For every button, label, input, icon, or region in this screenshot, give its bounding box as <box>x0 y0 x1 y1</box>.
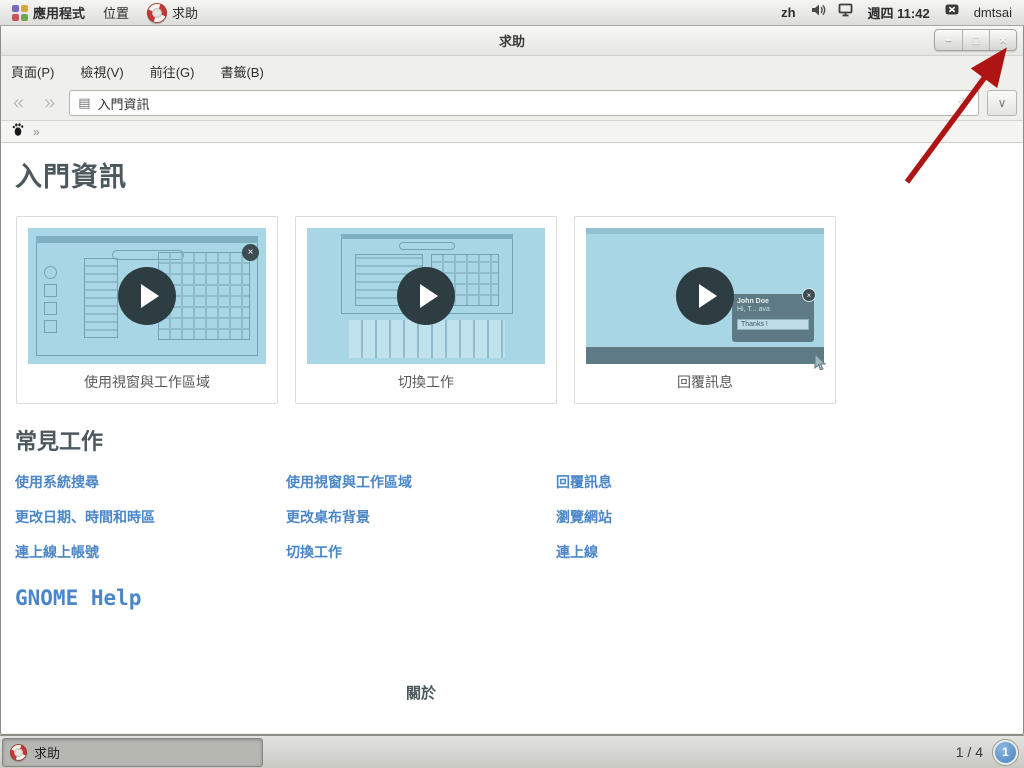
titlebar[interactable]: 求助 − □ × <box>1 26 1023 56</box>
username: dmtsai <box>974 5 1012 20</box>
location-text: 入門資訊 <box>98 94 950 113</box>
menu-go[interactable]: 前往(G) <box>150 62 195 81</box>
close-badge-icon: × <box>242 244 259 261</box>
illustration-topbar <box>341 234 513 239</box>
lifebuoy-icon <box>10 744 27 761</box>
mouse-cursor-icon <box>814 354 828 370</box>
user-menu[interactable]: dmtsai <box>970 0 1016 25</box>
workspace-pager[interactable]: 1 / 4 <box>956 744 983 760</box>
video-card-windows-workspaces[interactable]: × 使用視窗與工作區域 <box>16 216 278 404</box>
illustration-topbar <box>586 228 824 234</box>
link-get-online[interactable]: 連上線 <box>556 542 776 562</box>
gnome-help-link[interactable]: GNOME Help <box>15 586 141 610</box>
about-link[interactable]: 關於 <box>406 685 436 702</box>
breadcrumb: » <box>1 120 1023 143</box>
video-row: × 使用視窗與工作區域 切換工 <box>16 216 1023 404</box>
close-badge-icon: × <box>802 288 816 302</box>
gnome-foot-icon[interactable] <box>11 122 25 142</box>
common-tasks-title: 常見工作 <box>15 424 1023 456</box>
video-thumbnail[interactable]: × <box>28 228 266 364</box>
navigation-toolbar: « » ▤ 入門資訊 ☆ ∨ <box>1 86 1023 120</box>
places-menu[interactable]: 位置 <box>99 0 133 25</box>
common-tasks-links: 使用系統搜尋 使用視窗與工作區域 回覆訊息 更改日期、時間和時區 更改桌布背景 … <box>15 472 1023 562</box>
link-switch-tasks[interactable]: 切換工作 <box>286 542 556 562</box>
breadcrumb-chevron-icon: » <box>33 125 40 139</box>
illustration-keyboard <box>349 320 505 358</box>
link-reply-messages[interactable]: 回覆訊息 <box>556 472 776 492</box>
link-use-system-search[interactable]: 使用系統搜尋 <box>15 472 286 492</box>
link-browse-web[interactable]: 瀏覽網站 <box>556 507 776 527</box>
taskbar-right: 1 / 4 1 <box>956 740 1024 765</box>
illustration-search <box>399 242 455 250</box>
window-controls: − □ × <box>934 29 1017 51</box>
bottom-taskbar: 求助 1 / 4 1 <box>0 735 1024 768</box>
illustration-list-window <box>84 258 118 338</box>
close-button[interactable]: × <box>989 30 1016 50</box>
video-thumbnail[interactable] <box>307 228 545 364</box>
play-icon[interactable] <box>397 267 455 325</box>
window-title: 求助 <box>499 31 525 50</box>
minimize-button[interactable]: − <box>935 30 962 50</box>
location-field[interactable]: ▤ 入門資訊 ☆ <box>69 90 979 116</box>
video-caption: 回覆訊息 <box>586 372 824 392</box>
chevron-down-icon: ∨ <box>998 96 1007 110</box>
play-icon[interactable] <box>676 267 734 325</box>
menu-view[interactable]: 檢視(V) <box>80 62 123 81</box>
help-window: 求助 − □ × 頁面(P) 檢視(V) 前往(G) 書籤(B) « » ▤ 入… <box>0 26 1024 735</box>
link-windows-workspaces[interactable]: 使用視窗與工作區域 <box>286 472 556 492</box>
top-panel: 應用程式 位置 求助 zh 週四 11:42 <box>0 0 1024 26</box>
places-label: 位置 <box>103 3 129 22</box>
app-menu-label: 求助 <box>172 3 198 22</box>
desktop: 應用程式 位置 求助 zh 週四 11:42 <box>0 0 1024 768</box>
location-dropdown-button[interactable]: ∨ <box>987 90 1017 116</box>
display-icon[interactable] <box>837 2 854 23</box>
im-status-icon[interactable] <box>944 2 960 23</box>
video-caption: 使用視窗與工作區域 <box>28 372 266 392</box>
link-change-wallpaper[interactable]: 更改桌布背景 <box>286 507 556 527</box>
clock[interactable]: 週四 11:42 <box>864 0 934 25</box>
panel-left: 應用程式 位置 求助 <box>8 0 202 25</box>
forward-icon[interactable]: » <box>38 93 61 113</box>
link-online-accounts[interactable]: 連上線上帳號 <box>15 542 286 562</box>
language-indicator[interactable]: zh <box>777 0 799 25</box>
illustration-chat-bubble: John Doe Hi, T... ava Thanks ! <box>732 294 814 342</box>
video-card-reply-messages[interactable]: John Doe Hi, T... ava Thanks ! × 回覆訊息 <box>574 216 836 404</box>
document-icon: ▤ <box>78 95 90 111</box>
video-thumbnail[interactable]: John Doe Hi, T... ava Thanks ! × <box>586 228 824 364</box>
maximize-button[interactable]: □ <box>962 30 989 50</box>
lifebuoy-icon <box>147 3 167 23</box>
workspace-indicator[interactable]: 1 <box>993 740 1018 765</box>
play-icon[interactable] <box>118 267 176 325</box>
menu-page[interactable]: 頁面(P) <box>11 62 54 81</box>
bookmark-star-icon[interactable]: ☆ <box>957 94 970 112</box>
help-content: 入門資訊 × <box>1 143 1023 733</box>
back-icon[interactable]: « <box>7 93 30 113</box>
link-change-date-time[interactable]: 更改日期、時間和時區 <box>15 507 286 527</box>
menubar: 頁面(P) 檢視(V) 前往(G) 書籤(B) <box>1 56 1023 86</box>
volume-icon[interactable] <box>810 2 827 23</box>
video-caption: 切換工作 <box>307 372 545 392</box>
taskbar-window-button[interactable]: 求助 <box>2 738 263 767</box>
illustration-topbar <box>36 236 258 243</box>
applications-menu[interactable]: 應用程式 <box>8 0 89 25</box>
video-card-switch-tasks[interactable]: 切換工作 <box>295 216 557 404</box>
illustration-bottom-bar <box>586 347 824 364</box>
app-menu-help[interactable]: 求助 <box>143 0 202 25</box>
applications-label: 應用程式 <box>33 3 85 22</box>
applications-icon <box>12 5 28 21</box>
about-row: 關於 <box>1 682 841 703</box>
page-title: 入門資訊 <box>15 155 1023 194</box>
menu-bookmarks[interactable]: 書籤(B) <box>220 62 263 81</box>
panel-right: zh 週四 11:42 dmtsai <box>777 0 1016 25</box>
